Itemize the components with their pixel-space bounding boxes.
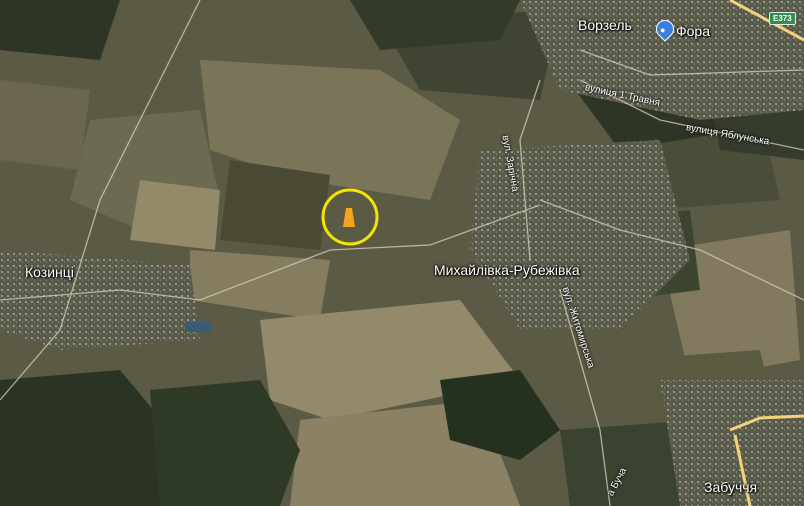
place-label-zabuchchia: Забуччя xyxy=(704,479,758,495)
pond xyxy=(185,322,211,332)
place-label-vorzel: Ворзель xyxy=(578,17,632,33)
road-shield-e373: E373 xyxy=(769,12,796,25)
place-label-kozyntsi: Козинці xyxy=(25,264,74,280)
satellite-map[interactable] xyxy=(0,0,804,506)
place-label-mykhailivka-rubezhivka: Михайлівка-Рубежівка xyxy=(434,262,580,278)
poi-label-fora[interactable]: Фора xyxy=(676,23,710,39)
